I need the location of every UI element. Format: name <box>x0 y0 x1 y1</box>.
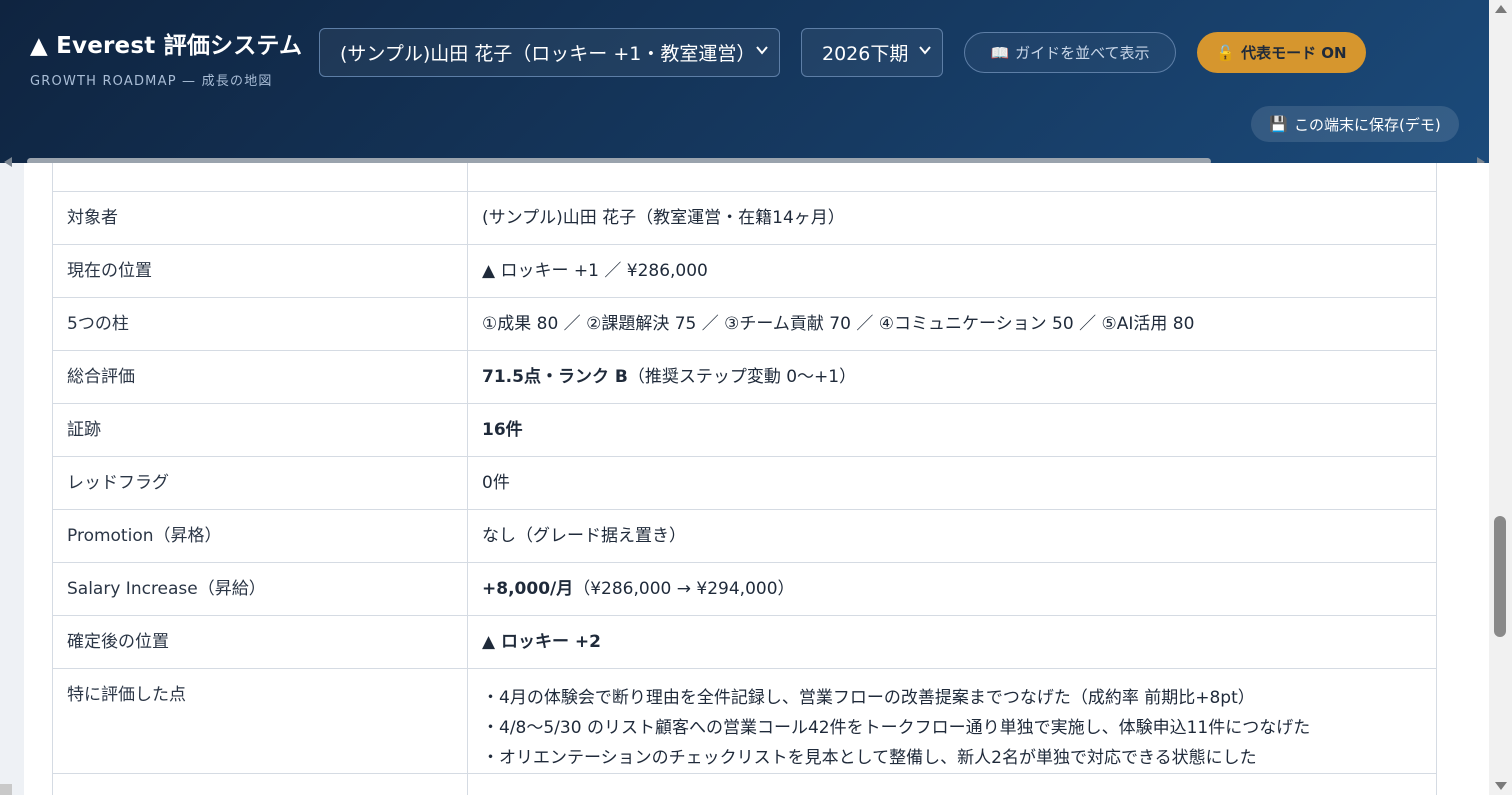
salary-increase-amount: +8,000/月 <box>482 579 574 599</box>
salary-increase-detail: （¥286,000 → ¥294,000） <box>573 579 795 599</box>
evidence-count: 16件 <box>482 420 523 440</box>
overall-score-note: （推奨ステップ変動 0〜+1） <box>627 367 857 387</box>
row-value: (サンプル)山田 花子（教室運営・在籍14ヶ月） <box>467 191 1437 245</box>
row-label: 特に評価した点 <box>52 668 468 774</box>
scroll-up-arrow-icon[interactable] <box>1495 5 1507 13</box>
list-item: ・オリエンテーションのチェックリストを見本として整備し、新人2名が単独で対応でき… <box>482 748 1257 768</box>
table-row: Promotion（昇格） なし（グレード据え置き） <box>52 509 1437 563</box>
row-label: 現在の位置 <box>52 244 468 298</box>
person-select[interactable]: (サンプル)山田 花子（ロッキー +1・教室運営） <box>319 28 780 77</box>
table-row: 総合評価 71.5点・ランク B（推奨ステップ変動 0〜+1） <box>52 350 1437 404</box>
owner-mode-label: 代表モード ON <box>1241 44 1347 62</box>
row-value: ①成果 80 ／ ②課題解決 75 ／ ③チーム貢献 70 ／ ④コミュニケーシ… <box>467 297 1437 351</box>
guide-button-label: ガイドを並べて表示 <box>1015 44 1150 62</box>
person-select-value: (サンプル)山田 花子（ロッキー +1・教室運営） <box>340 43 756 65</box>
row-label: Promotion（昇格） <box>52 509 468 563</box>
overall-score: 71.5点・ランク B <box>482 367 628 387</box>
table-row: 特に評価した点 ・4月の体験会で断り理由を全件記録し、営業フローの改善提案までつ… <box>52 668 1437 774</box>
save-button-label: この端末に保存(デモ) <box>1293 115 1441 134</box>
vertical-scroll-thumb[interactable] <box>1494 516 1506 637</box>
list-item: ・4/8〜5/30 のリスト顧客への営業コール42件をトークフロー通り単独で実施… <box>482 718 1311 738</box>
table-row: 対象者 (サンプル)山田 花子（教室運営・在籍14ヶ月） <box>52 191 1437 245</box>
table-row <box>52 163 1437 192</box>
row-label: 5つの柱 <box>52 297 468 351</box>
row-label: 総合評価 <box>52 350 468 404</box>
brand-subtitle: GROWTH ROADMAP — 成長の地図 <box>30 74 273 89</box>
table-row: 確定後の位置 ▲ ロッキー +2 <box>52 615 1437 669</box>
list-item: ・4月の体験会で断り理由を全件記録し、営業フローの改善提案までつなげた（成約率 … <box>482 688 1255 708</box>
row-label: 確定後の位置 <box>52 615 468 669</box>
table-row: 現在の位置 ▲ ロッキー +1 ／ ¥286,000 <box>52 244 1437 298</box>
row-label: レッドフラグ <box>52 456 468 510</box>
main-content: 対象者 (サンプル)山田 花子（教室運営・在籍14ヶ月） 現在の位置 ▲ ロッキ… <box>24 163 1489 795</box>
row-value: なし（グレード据え置き） <box>467 509 1437 563</box>
row-label: Salary Increase（昇給） <box>52 562 468 616</box>
row-value: 71.5点・ランク B（推奨ステップ変動 0〜+1） <box>467 350 1437 404</box>
floppy-disk-icon: 💾 <box>1269 115 1288 133</box>
owner-mode-toggle[interactable]: 🔓 代表モード ON <box>1197 32 1366 73</box>
row-value: 16件 <box>467 403 1437 457</box>
table-row: レッドフラグ 0件 <box>52 456 1437 510</box>
chevron-down-icon <box>919 46 931 55</box>
evaluation-summary-table: 対象者 (サンプル)山田 花子（教室運営・在籍14ヶ月） 現在の位置 ▲ ロッキ… <box>52 163 1437 795</box>
table-row: 5つの柱 ①成果 80 ／ ②課題解決 75 ／ ③チーム貢献 70 ／ ④コミ… <box>52 297 1437 351</box>
highlights-list: ・4月の体験会で断り理由を全件記録し、営業フローの改善提案までつなげた（成約率 … <box>467 668 1437 774</box>
row-value: +8,000/月（¥286,000 → ¥294,000） <box>467 562 1437 616</box>
unlock-icon: 🔓 <box>1216 43 1236 62</box>
row-label: 証跡 <box>52 403 468 457</box>
row-label: 対象者 <box>52 191 468 245</box>
table-row <box>52 773 1437 795</box>
vertical-scrollbar[interactable] <box>1489 0 1512 795</box>
app-header: ▲ Everest 評価システム GROWTH ROADMAP — 成長の地図 … <box>0 0 1489 167</box>
table-row: Salary Increase（昇給） +8,000/月（¥286,000 → … <box>52 562 1437 616</box>
table-row: 証跡 16件 <box>52 403 1437 457</box>
scroll-down-arrow-icon[interactable] <box>1495 782 1507 790</box>
position-after-confirmation: ▲ ロッキー +2 <box>482 632 601 652</box>
book-icon: 📖 <box>990 43 1010 62</box>
period-select[interactable]: 2026下期 <box>801 28 943 77</box>
scroll-left-arrow-icon[interactable] <box>4 157 12 167</box>
scroll-corner <box>0 784 12 795</box>
app-window: ▲ Everest 評価システム GROWTH ROADMAP — 成長の地図 … <box>0 0 1512 795</box>
period-select-value: 2026下期 <box>822 43 909 65</box>
brand: ▲ Everest 評価システム GROWTH ROADMAP — 成長の地図 <box>30 26 302 89</box>
save-local-button[interactable]: 💾 この端末に保存(デモ) <box>1251 106 1459 142</box>
row-value: ▲ ロッキー +1 ／ ¥286,000 <box>467 244 1437 298</box>
brand-title: ▲ Everest 評価システム <box>30 33 303 59</box>
chevron-down-icon <box>756 46 768 55</box>
guide-side-by-side-button[interactable]: 📖 ガイドを並べて表示 <box>964 32 1176 73</box>
row-value: ▲ ロッキー +2 <box>467 615 1437 669</box>
row-value: 0件 <box>467 456 1437 510</box>
